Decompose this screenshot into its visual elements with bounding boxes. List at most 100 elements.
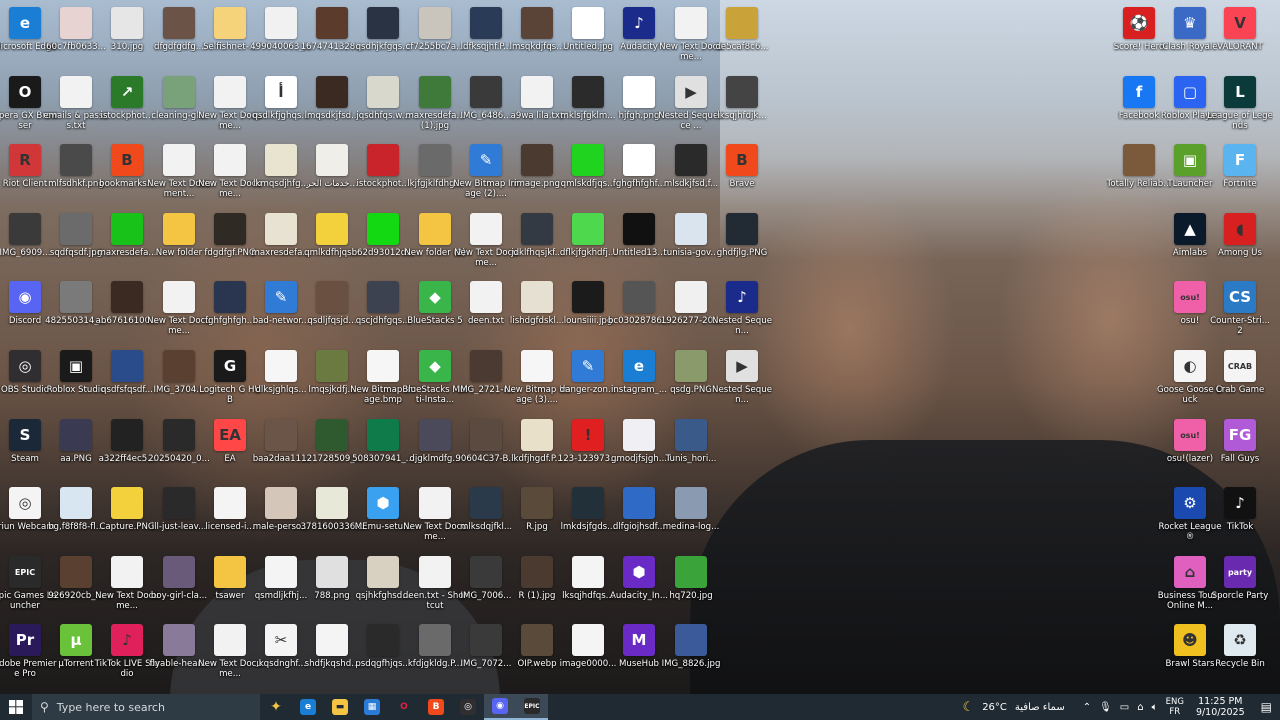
image-file-icon [623,487,655,519]
text-file-icon [521,76,553,108]
taskbar-app-copilot[interactable]: ✦ [260,694,292,720]
clock-date: 9/10/2025 [1195,707,1245,718]
image-file-icon [111,487,143,519]
image-file-icon [675,144,707,176]
text-file-icon [419,487,451,519]
chevron-up-icon[interactable]: ⌃ [1079,702,1095,713]
league-of-legends-icon: L [1224,76,1256,108]
image-file-icon [367,7,399,39]
fortnite-icon: F [1224,144,1256,176]
riot-client-icon: R [9,144,41,176]
image-file-icon [111,281,143,313]
desktop-icon[interactable]: ♻ Recycle Bin [1207,620,1273,688]
start-button[interactable] [0,694,32,720]
clock[interactable]: 11:25 PM 9/10/2025 [1188,696,1253,718]
brave-html-icon: B [111,144,143,176]
taskbar-app-discord[interactable]: ◉ [484,694,516,720]
musehub-icon: M [623,624,655,656]
text-file-icon [111,556,143,588]
image-file-icon [572,7,604,39]
image-file-icon [726,213,758,245]
image-file-icon [419,76,451,108]
image-file-icon [9,213,41,245]
image-file-icon [265,213,297,245]
desktop-icon-label: Counter-Stri... 2 [1210,316,1270,336]
empty-desktop-slot [709,620,775,688]
logitech-ghub-icon: G [214,350,246,382]
desktop-icon[interactable]: ◖ Among Us [1207,209,1273,277]
desktop-icon[interactable]: ▶ Nested Sequen... [709,346,775,414]
desktop-icon[interactable]: party Sporcle Party [1207,552,1273,620]
taskbar-pinned-apps: ✦ e ▬ ▦ O B ◎ ◉ EPIC [260,694,548,720]
desktop-icon-label: Fortnite [1223,179,1257,189]
desktop-icon[interactable]: CRAB Crab Game [1207,346,1273,414]
desktop-icon[interactable]: FG Fall Guys [1207,415,1273,483]
desktop-icon[interactable]: ♪ Nested Sequen... [709,277,775,345]
brawl-stars-icon: ☻ [1174,624,1206,656]
image-file-icon [316,213,348,245]
taskbar-app-edge[interactable]: e [292,694,324,720]
microphone-icon[interactable]: 🎙︎ [1095,702,1116,713]
image-file-icon [367,144,399,176]
notification-icon[interactable]: ▤ [1253,700,1280,714]
crab-game-icon: CRAB [1224,350,1256,382]
network-icon[interactable]: ▭ [1116,702,1133,713]
epic-games-icon: EPIC [9,556,41,588]
goose-goose-duck-icon: ◐ [1174,350,1206,382]
obs-studio-icon: ◎ [460,699,476,715]
desktop-wallpaper: eMicrosoft Edge60c7fb0633...310.jpgdfgdf… [0,0,1280,694]
image-file-icon [265,419,297,451]
taskbar-app-opera-gx[interactable]: O [388,694,420,720]
desktop-icon[interactable]: CS Counter-Stri... 2 [1207,277,1273,345]
image-file-icon [163,76,195,108]
image-file-icon [419,624,451,656]
clock-time: 11:25 PM [1198,696,1243,707]
image-file-icon [163,7,195,39]
desktop-icon[interactable]: B Brave [709,140,775,208]
desktop-icon[interactable]: lksqjhfdjk... [709,72,775,140]
desktop-icon-label: ghdfjlg.PNG [716,248,768,258]
bluetooth-icon[interactable]: ⌂ [1133,702,1147,713]
image-file-icon [419,144,451,176]
desktop-icon-label: lksqjhfdjk... [717,111,767,121]
volume-icon[interactable]: 🔈︎ [1148,702,1162,713]
weather-temperature[interactable]: 26°C [978,702,1011,713]
image-file-icon [265,7,297,39]
brave-icon: B [726,144,758,176]
image-file-icon [60,144,92,176]
desktop-icon[interactable]: ♪ TikTok [1207,483,1273,551]
empty-desktop-slot [709,552,775,620]
taskbar-search-box[interactable]: ⚲ Type here to search [32,694,260,720]
image-file-icon [60,419,92,451]
taskbar-app-store[interactable]: ▦ [356,694,388,720]
text-file-icon [214,624,246,656]
taskbar-app-file-explorer[interactable]: ▬ [324,694,356,720]
image-file-icon [675,350,707,382]
image-file-icon [521,487,553,519]
bitmap-file-icon: ✎ [470,144,502,176]
brave-icon: B [428,699,444,715]
desktop-icon-label: Nested Sequen... [712,316,772,336]
desktop-icon[interactable]: de5caf8c6... [709,3,775,71]
text-file-icon [214,76,246,108]
desktop-icon[interactable]: F Fortnite [1207,140,1273,208]
copilot-icon: ✦ [270,699,282,715]
weather-moon-icon[interactable]: ☾ [959,700,979,715]
among-us-icon: ◖ [1224,213,1256,245]
rocket-league-icon: ⚙ [1174,487,1206,519]
weather-description[interactable]: سماء صافية [1011,702,1069,713]
desktop-icon[interactable]: L League of Legends [1207,72,1273,140]
image-file-icon [367,624,399,656]
desktop-icon[interactable]: ghdfjlg.PNG [709,209,775,277]
desktop-icon[interactable]: V VALORANT [1207,3,1273,71]
taskbar-app-obs[interactable]: ◎ [452,694,484,720]
taskbar-app-epic-games[interactable]: EPIC [516,694,548,720]
taskbar-app-brave[interactable]: B [420,694,452,720]
business-tour-icon: ⌂ [1174,556,1206,588]
image-file-icon [367,419,399,451]
language-indicator[interactable]: ENG FR [1162,697,1188,717]
roblox-player-icon: ▢ [1174,76,1206,108]
image-file-icon [675,556,707,588]
image-file-icon: ✂ [265,624,297,656]
desktop-icon-label: Sporcle Party [1211,591,1269,601]
